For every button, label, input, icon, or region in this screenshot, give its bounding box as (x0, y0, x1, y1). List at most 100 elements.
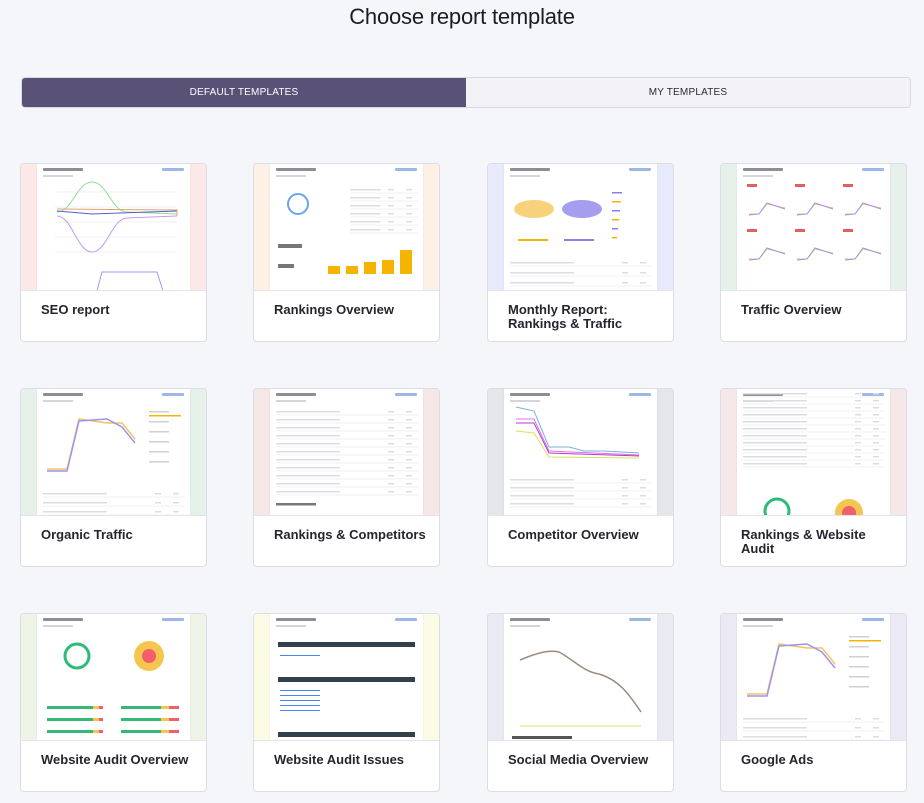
preview-row (855, 463, 861, 465)
preview-row (743, 736, 807, 738)
preview-text (849, 636, 869, 638)
preview-chart (510, 192, 652, 287)
preview-bar (364, 262, 376, 274)
preview-row (510, 487, 574, 489)
preview-line (516, 422, 640, 457)
preview-bar (161, 706, 169, 709)
preview-bar (93, 730, 99, 733)
preview-row (622, 272, 628, 274)
preview-row (276, 475, 340, 477)
template-thumbnail (254, 614, 439, 741)
template-card[interactable]: Social Media Overview (487, 613, 674, 792)
template-card[interactable]: Website Audit Issues (253, 613, 440, 792)
template-thumbnail (254, 164, 439, 291)
template-card[interactable]: Google Ads (720, 613, 907, 792)
template-card[interactable]: Monthly Report: Rankings & Traffic (487, 163, 674, 342)
preview-row (873, 393, 879, 395)
preview-bar (99, 730, 103, 733)
preview-row (43, 493, 107, 495)
preview-row (743, 456, 807, 458)
preview-row (388, 451, 394, 453)
preview-row (640, 479, 646, 481)
template-label: Website Audit Overview (41, 752, 189, 767)
preview-bar (161, 718, 169, 721)
template-card[interactable]: SEO report (20, 163, 207, 342)
preview-bar (169, 718, 179, 721)
preview-row (873, 421, 879, 423)
preview-row (855, 428, 861, 430)
preview-score-gauge (763, 497, 791, 515)
template-card[interactable]: Rankings Overview (253, 163, 440, 342)
preview-row (388, 427, 394, 429)
preview-row (388, 459, 394, 461)
preview-row (173, 502, 179, 504)
template-card[interactable]: Website Audit Overview (20, 613, 207, 792)
preview-row (873, 727, 879, 729)
preview-row (640, 272, 646, 274)
preview-row (388, 491, 394, 493)
preview-chart (510, 406, 652, 508)
template-thumbnail (21, 614, 206, 741)
preview-row (406, 205, 412, 207)
preview-row (406, 483, 412, 485)
preview-row (173, 511, 179, 513)
preview-row (873, 456, 879, 458)
preview-bar (382, 260, 394, 274)
preview-row (406, 419, 412, 421)
preview-chart (743, 636, 885, 740)
preview-line (515, 406, 640, 454)
preview-sheet (37, 164, 190, 290)
preview-row (406, 189, 412, 191)
preview-row (855, 736, 861, 738)
preview-row (388, 197, 394, 199)
preview-gauge (287, 193, 309, 215)
preview-text (849, 646, 869, 648)
template-card[interactable]: Rankings & Website Audit (720, 388, 907, 567)
preview-text (278, 264, 294, 268)
preview-row (388, 221, 394, 223)
template-card[interactable]: Traffic Overview (720, 163, 907, 342)
preview-line (747, 643, 836, 697)
preview-row (43, 502, 107, 504)
preview-row (743, 727, 807, 729)
preview-line (845, 248, 882, 260)
preview-row (276, 443, 340, 445)
template-thumbnail (21, 164, 206, 291)
preview-bar (149, 415, 181, 417)
template-label: Competitor Overview (508, 527, 639, 542)
preview-row (155, 493, 161, 495)
preview-line (519, 650, 642, 713)
template-card[interactable]: Rankings & Competitors (253, 388, 440, 567)
template-card[interactable]: Organic Traffic (20, 388, 207, 567)
preview-donut-center (142, 649, 156, 663)
preview-row (406, 435, 412, 437)
preview-row (743, 393, 807, 395)
template-card[interactable]: Competitor Overview (487, 388, 674, 567)
preview-line (749, 203, 786, 215)
preview-row (510, 282, 574, 284)
preview-row (510, 479, 574, 481)
preview-bar (612, 237, 617, 239)
preview-row (622, 262, 628, 264)
preview-text (795, 229, 805, 232)
preview-row (388, 213, 394, 215)
preview-text (149, 411, 169, 413)
preview-row (640, 495, 646, 497)
preview-row (743, 435, 807, 437)
preview-line (56, 215, 178, 253)
preview-row (388, 475, 394, 477)
tab-default-templates[interactable]: DEFAULT TEMPLATES (22, 78, 466, 107)
preview-chart (747, 184, 882, 261)
preview-row (276, 467, 340, 469)
preview-line (797, 203, 834, 215)
preview-row (276, 459, 340, 461)
tab-my-templates[interactable]: MY TEMPLATES (466, 78, 910, 107)
preview-row (406, 459, 412, 461)
preview-row (406, 427, 412, 429)
preview-row (406, 221, 412, 223)
preview-bar (47, 718, 93, 721)
preview-row (855, 727, 861, 729)
preview-row (350, 189, 381, 191)
preview-link (280, 655, 320, 656)
preview-map (562, 200, 602, 218)
